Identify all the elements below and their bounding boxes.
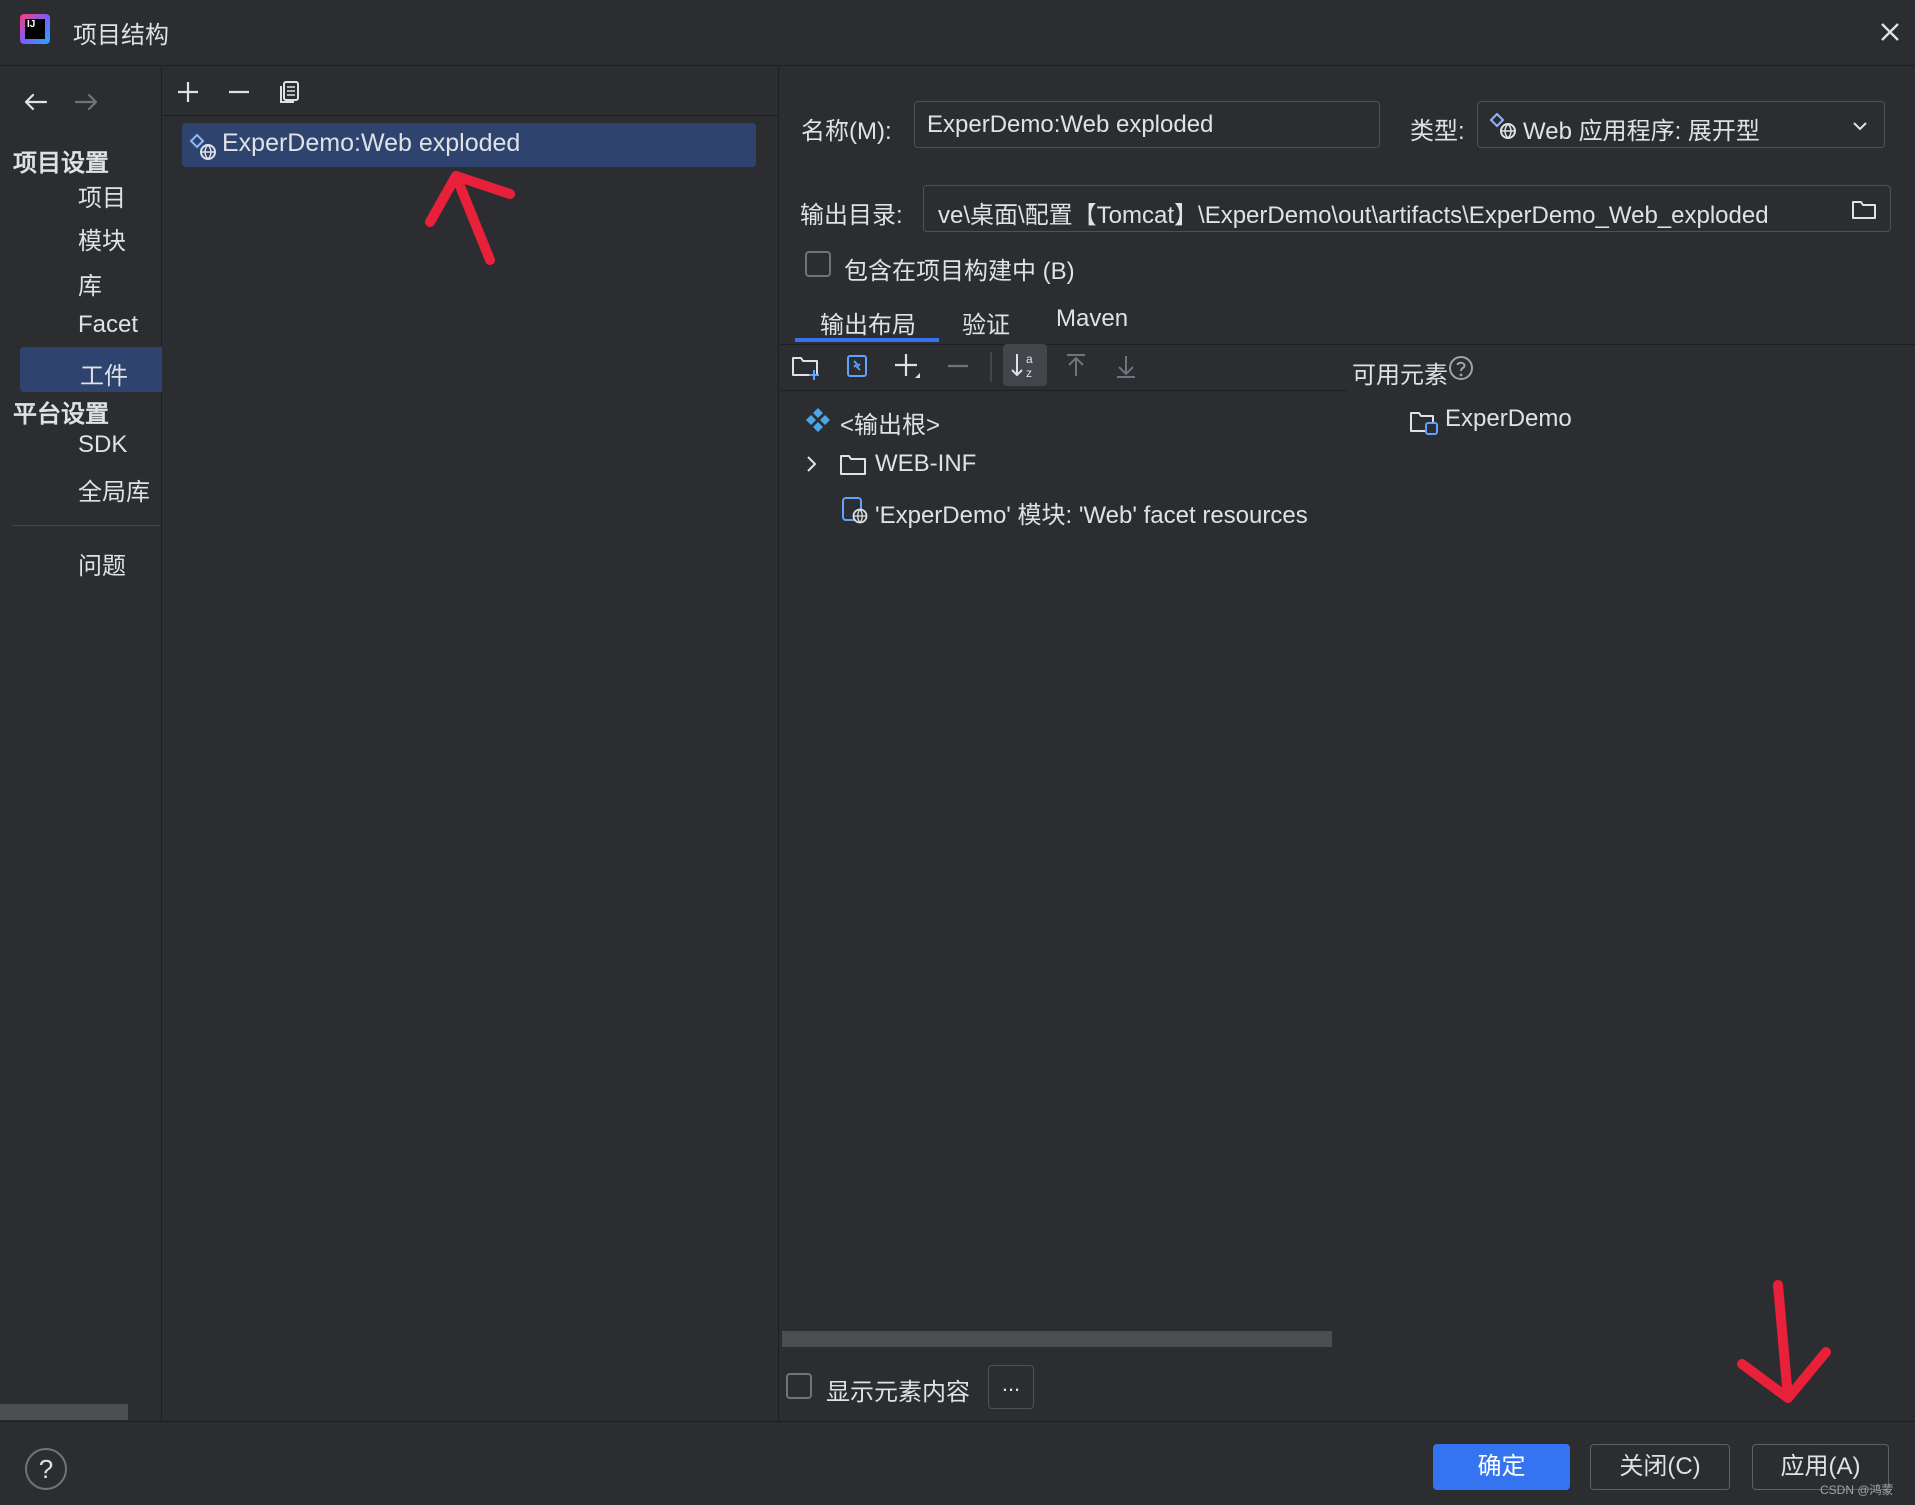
nav-item-problems[interactable]: 问题 <box>78 546 126 581</box>
toolbar-divider <box>990 352 992 382</box>
nav-item-libraries[interactable]: 库 <box>78 266 102 301</box>
layout-toolbar-border <box>780 390 1347 391</box>
nav-item-artifacts[interactable]: 工件 <box>80 356 128 391</box>
nav-horizontal-scrollbar[interactable] <box>0 1404 128 1420</box>
include-in-build-checkbox[interactable] <box>805 251 831 277</box>
forward-arrow-icon[interactable] <box>68 84 104 120</box>
svg-text:a: a <box>1026 352 1033 366</box>
include-in-build-label: 包含在项目构建中 (B) <box>844 258 1075 285</box>
output-root-icon <box>806 408 830 432</box>
show-content-checkbox[interactable] <box>786 1373 812 1399</box>
add-copy-of-icon[interactable] <box>889 348 925 384</box>
annotation-arrow-down <box>1737 1280 1831 1403</box>
active-tab-indicator <box>795 338 939 342</box>
svg-text:z: z <box>1026 366 1032 380</box>
new-directory-icon[interactable] <box>788 348 824 384</box>
tab-validation[interactable]: 验证 <box>962 305 1010 340</box>
available-elements-label: 可用元素 <box>1352 362 1448 389</box>
web-artifact-icon <box>189 133 216 160</box>
add-icon[interactable] <box>170 74 206 110</box>
layout-horizontal-scrollbar[interactable] <box>782 1331 1332 1347</box>
sort-alphabetically-icon[interactable]: a z <box>1007 347 1043 383</box>
type-select[interactable]: Web 应用程序: 展开型 <box>1477 101 1885 148</box>
type-select-value: Web 应用程序: 展开型 <box>1523 118 1760 145</box>
dialog-title: 项目结构 <box>73 22 169 49</box>
name-label: 名称(M): <box>801 118 892 145</box>
tabs-border <box>780 344 1915 345</box>
nav-item-modules[interactable]: 模块 <box>78 221 126 256</box>
annotation-arrow-up <box>425 171 515 265</box>
chevron-down-icon <box>1853 122 1867 131</box>
nav-item-sdks[interactable]: SDK <box>78 431 127 459</box>
watermark: CSDN @鸿蒙 <box>1820 1483 1894 1497</box>
close-icon[interactable] <box>1872 14 1908 50</box>
nav-item-facets[interactable]: Facet <box>78 311 138 339</box>
module-folder-icon <box>1410 412 1438 435</box>
show-content-label: 显示元素内容 <box>826 1379 970 1406</box>
folder-icon <box>840 455 866 475</box>
toolbar-separator <box>163 115 779 116</box>
web-artifact-icon <box>1489 112 1516 139</box>
name-input-value: ExperDemo:Web exploded <box>927 111 1214 138</box>
nav-section-platform-settings: 平台设置 <box>13 401 109 428</box>
ok-button[interactable]: 确定 <box>1433 1444 1570 1490</box>
artifact-name: ExperDemo:Web exploded <box>222 129 521 157</box>
more-options-button[interactable]: ... <box>988 1365 1034 1409</box>
web-facet-icon <box>842 497 868 524</box>
available-item-experdemo[interactable]: ExperDemo <box>1445 405 1572 433</box>
help-button[interactable]: ? <box>25 1448 67 1490</box>
chevron-right-icon[interactable] <box>801 452 823 476</box>
back-arrow-icon[interactable] <box>18 84 54 120</box>
move-up-icon[interactable] <box>1058 348 1094 384</box>
output-directory-label: 输出目录: <box>800 202 903 229</box>
intellij-logo-icon: IJ <box>20 14 50 44</box>
tree-item-web-inf[interactable]: WEB-INF <box>875 450 976 478</box>
output-directory-input[interactable]: ve\桌面\配置【Tomcat】\ExperDemo\out\artifacts… <box>923 185 1891 232</box>
extract-artifact-icon[interactable] <box>839 348 875 384</box>
remove-element-icon[interactable] <box>940 348 976 384</box>
artifacts-list-panel <box>163 67 779 1421</box>
help-icon[interactable] <box>1447 354 1475 382</box>
name-input[interactable]: ExperDemo:Web exploded <box>914 101 1380 148</box>
output-directory-value: ve\桌面\配置【Tomcat】\ExperDemo\out\artifacts… <box>938 202 1769 229</box>
tab-output-layout[interactable]: 输出布局 <box>820 305 916 340</box>
tree-item-output-root[interactable]: <输出根> <box>840 405 940 440</box>
title-bar <box>0 0 1915 66</box>
nav-section-project-settings: 项目设置 <box>13 150 109 177</box>
logo-text: IJ <box>25 19 45 39</box>
type-label: 类型: <box>1410 118 1465 145</box>
move-down-icon[interactable] <box>1108 348 1144 384</box>
nav-item-project[interactable]: 项目 <box>78 178 126 213</box>
nav-divider <box>12 525 160 526</box>
nav-item-global-libraries[interactable]: 全局库 <box>78 472 150 507</box>
copy-icon[interactable] <box>272 74 308 110</box>
browse-folder-icon[interactable] <box>1850 195 1878 223</box>
tab-maven[interactable]: Maven <box>1056 305 1128 333</box>
remove-icon[interactable] <box>221 74 257 110</box>
close-button[interactable]: 关闭(C) <box>1590 1444 1730 1490</box>
tree-item-facet-resources[interactable]: 'ExperDemo' 模块: 'Web' facet resources <box>875 495 1308 530</box>
